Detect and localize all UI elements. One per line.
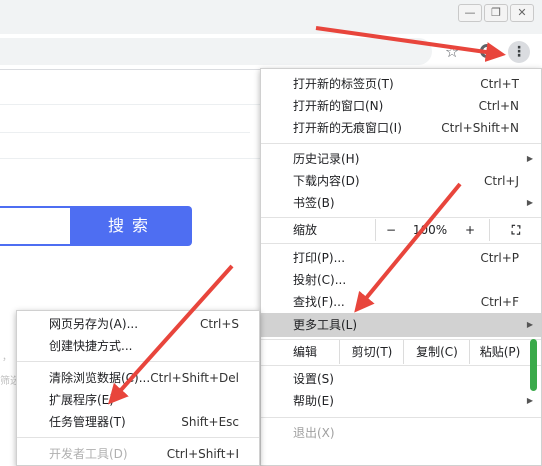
menu-item-label: 退出(X) — [293, 426, 335, 440]
menu-item-label: 打印(P)... — [293, 251, 346, 265]
page-divider — [0, 158, 260, 159]
fullscreen-icon[interactable]: ⛶ — [489, 219, 542, 241]
menu-item-label: 打开新的标签页(T) — [293, 77, 394, 91]
menu-item-label: 开发者工具(D) — [49, 447, 128, 461]
menu-item-label: 帮助(E) — [293, 394, 334, 408]
submenu-item-save-page[interactable]: 网页另存为(A)... Ctrl+S — [17, 313, 259, 335]
submenu-arrow-icon: ▶ — [526, 396, 533, 405]
menu-item-shortcut: Ctrl+P — [480, 251, 519, 265]
edit-label: 编辑 — [293, 345, 318, 359]
title-bar: — ❐ ✕ — [0, 0, 542, 34]
menu-separator — [261, 243, 541, 244]
copy-button[interactable]: 复制(C) — [403, 340, 470, 364]
browser-toolbar: ☆ ⋮ — [0, 34, 542, 70]
menu-item-label: 设置(S) — [293, 372, 334, 386]
more-tools-submenu: 网页另存为(A)... Ctrl+S 创建快捷方式... 清除浏览数据(C)..… — [16, 310, 260, 466]
menu-item-shortcut: Shift+Esc — [181, 415, 239, 429]
close-button[interactable]: ✕ — [510, 4, 534, 22]
search-button[interactable]: 搜索 — [72, 206, 192, 246]
menu-item-label: 打开新的无痕窗口(I) — [293, 121, 402, 135]
menu-item-label: 更多工具(L) — [293, 318, 358, 332]
menu-item-help[interactable]: 帮助(E) ▶ — [261, 390, 541, 412]
page-divider — [0, 132, 250, 133]
submenu-arrow-icon: ▶ — [526, 154, 533, 163]
menu-item-shortcut: Ctrl+J — [484, 174, 519, 188]
paste-button[interactable]: 粘贴(P) — [469, 340, 530, 364]
chrome-menu-button[interactable]: ⋮ — [508, 41, 530, 63]
menu-item-shortcut: Ctrl+S — [199, 317, 239, 331]
menu-edit-row: 编辑 剪切(T) 复制(C) 粘贴(P) — [261, 340, 541, 364]
profile-avatar — [480, 44, 494, 58]
window-controls: — ❐ ✕ — [458, 4, 534, 22]
menu-item-shortcut: Ctrl+Shift+N — [441, 121, 519, 135]
menu-item-label: 书签(B) — [293, 196, 335, 210]
search-input[interactable] — [0, 206, 72, 246]
menu-item-label: 下载内容(D) — [293, 174, 360, 188]
menu-item-label: 任务管理器(T) — [49, 415, 126, 429]
page-divider — [0, 104, 260, 105]
menu-item-label: 查找(F)... — [293, 295, 345, 309]
page-text: ， — [2, 352, 12, 363]
menu-item-new-window[interactable]: 打开新的窗口(N) Ctrl+N — [261, 95, 541, 117]
menu-item-label: 历史记录(H) — [293, 152, 360, 166]
restore-button[interactable]: ❐ — [484, 4, 508, 22]
cut-button[interactable]: 剪切(T) — [339, 340, 404, 364]
menu-item-exit[interactable]: 退出(X) — [261, 422, 541, 444]
menu-item-history[interactable]: 历史记录(H) ▶ — [261, 148, 541, 170]
submenu-arrow-icon: ▶ — [526, 198, 533, 207]
menu-zoom-row: 缩放 − 100% + ⛶ — [261, 219, 541, 241]
menu-item-more-tools[interactable]: 更多工具(L) ▶ — [261, 313, 541, 337]
menu-item-find[interactable]: 查找(F)... Ctrl+F — [261, 291, 541, 313]
menu-item-shortcut: Ctrl+Shift+I — [166, 447, 239, 461]
profile-icon[interactable] — [478, 42, 498, 62]
submenu-item-create-shortcut[interactable]: 创建快捷方式... — [17, 335, 259, 357]
minimize-button[interactable]: — — [458, 4, 482, 22]
bookmark-star-icon[interactable]: ☆ — [442, 42, 462, 62]
menu-item-new-tab[interactable]: 打开新的标签页(T) Ctrl+T — [261, 73, 541, 95]
menu-separator — [261, 417, 541, 418]
menu-item-shortcut: Ctrl+Shift+Del — [150, 371, 239, 385]
menu-item-shortcut: Ctrl+N — [478, 99, 519, 113]
submenu-item-dev-tools[interactable]: 开发者工具(D) Ctrl+Shift+I — [17, 443, 259, 465]
menu-item-settings[interactable]: 设置(S) — [261, 368, 541, 390]
submenu-item-task-manager[interactable]: 任务管理器(T) Shift+Esc — [17, 411, 259, 433]
menu-scrollbar-thumb[interactable] — [530, 339, 537, 391]
chrome-main-menu: 打开新的标签页(T) Ctrl+T 打开新的窗口(N) Ctrl+N 打开新的无… — [260, 68, 542, 466]
menu-item-label: 扩展程序(E) — [49, 393, 114, 407]
submenu-item-extensions[interactable]: 扩展程序(E) — [17, 389, 259, 411]
zoom-label: 缩放 — [293, 223, 318, 237]
menu-separator — [17, 437, 259, 438]
menu-separator — [261, 365, 541, 366]
zoom-value: 100% — [412, 223, 448, 237]
menu-item-new-incognito[interactable]: 打开新的无痕窗口(I) Ctrl+Shift+N — [261, 117, 541, 139]
menu-item-bookmarks[interactable]: 书签(B) ▶ — [261, 192, 541, 214]
zoom-out-button[interactable]: − — [375, 219, 406, 241]
menu-item-label: 清除浏览数据(C)... — [49, 371, 151, 385]
menu-separator — [261, 143, 541, 144]
menu-separator — [17, 361, 259, 362]
menu-item-downloads[interactable]: 下载内容(D) Ctrl+J — [261, 170, 541, 192]
menu-item-shortcut: Ctrl+F — [480, 295, 519, 309]
menu-item-shortcut: Ctrl+T — [480, 77, 519, 91]
submenu-arrow-icon: ▶ — [526, 320, 533, 329]
menu-separator — [261, 217, 541, 218]
menu-item-cast[interactable]: 投射(C)... — [261, 269, 541, 291]
menu-item-print[interactable]: 打印(P)... Ctrl+P — [261, 247, 541, 269]
zoom-in-button[interactable]: + — [455, 219, 485, 241]
menu-item-label: 网页另存为(A)... — [49, 317, 139, 331]
menu-item-label: 投射(C)... — [293, 273, 347, 287]
address-bar[interactable] — [0, 38, 432, 65]
menu-item-label: 创建快捷方式... — [49, 339, 133, 353]
submenu-item-clear-data[interactable]: 清除浏览数据(C)... Ctrl+Shift+Del — [17, 367, 259, 389]
menu-item-label: 打开新的窗口(N) — [293, 99, 384, 113]
